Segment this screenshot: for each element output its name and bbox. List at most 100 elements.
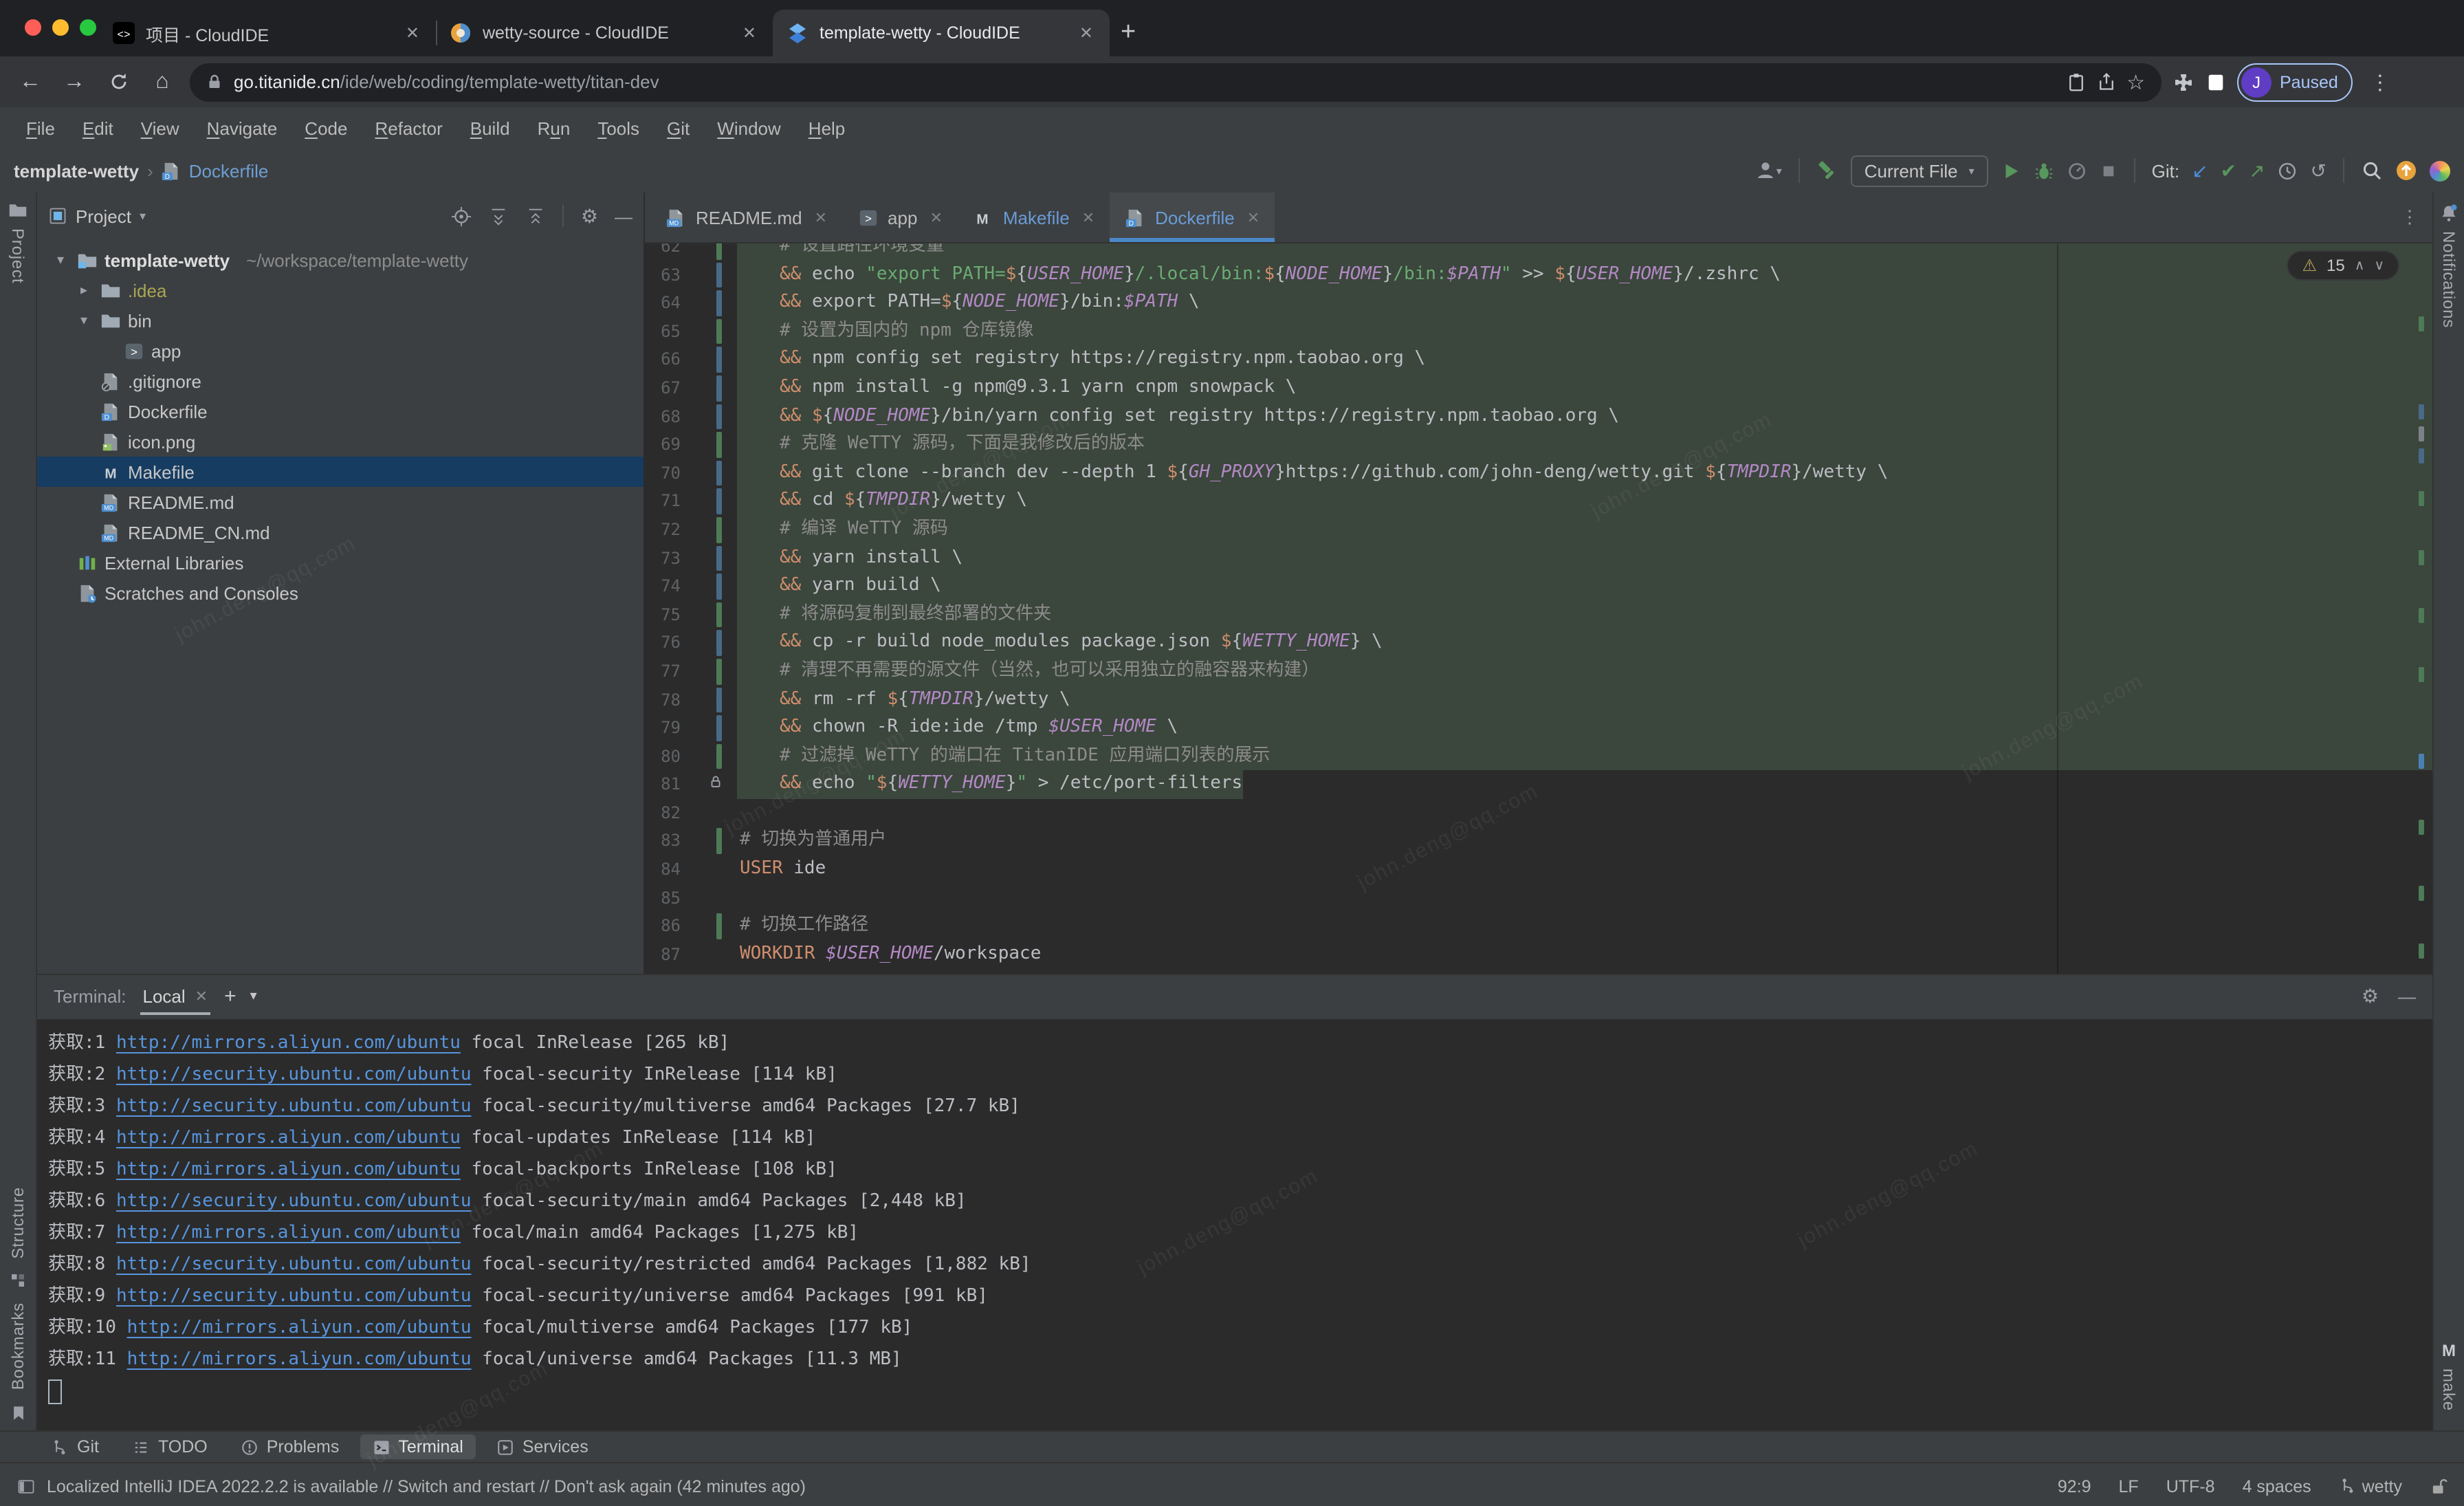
next-problem-icon[interactable]: ∨ xyxy=(2374,258,2384,273)
browser-tab[interactable]: wetty-source - CloudIDE✕ xyxy=(436,10,773,56)
tree-item--gitignore[interactable]: .gitignore xyxy=(37,366,644,396)
extensions-puzzle-icon[interactable] xyxy=(2172,71,2194,93)
editor-tab-makefile[interactable]: MMakefile✕ xyxy=(958,193,1110,242)
tree-item-dockerfile[interactable]: DDockerfile xyxy=(37,396,644,426)
terminal-link[interactable]: http://security.ubuntu.com/ubuntu xyxy=(116,1192,472,1212)
chevron-down-icon[interactable]: ▾ xyxy=(74,313,94,328)
browser-tab[interactable]: template-wetty - CloudIDE✕ xyxy=(773,10,1110,56)
terminal-settings-gear-icon[interactable]: ⚙ xyxy=(2362,985,2379,1009)
terminal-tab-local[interactable]: Local ✕ xyxy=(140,979,211,1016)
menu-build[interactable]: Build xyxy=(458,113,522,142)
hide-panel-icon[interactable]: — xyxy=(615,206,632,226)
terminal-link[interactable]: http://security.ubuntu.com/ubuntu xyxy=(116,1287,472,1307)
terminal-link[interactable]: http://mirrors.aliyun.com/ubuntu xyxy=(116,1160,461,1181)
close-editor-tab-icon[interactable]: ✕ xyxy=(1247,208,1260,226)
tool-window-services[interactable]: Services xyxy=(484,1434,601,1459)
tree-item-icon-png[interactable]: icon.png xyxy=(37,426,644,457)
prev-problem-icon[interactable]: ∧ xyxy=(2355,258,2365,273)
tool-strip-project-label[interactable]: Project xyxy=(8,228,28,283)
project-view-selector[interactable]: Project ▾ xyxy=(48,206,146,226)
run-play-icon[interactable] xyxy=(2001,160,2021,181)
menu-help[interactable]: Help xyxy=(796,113,858,142)
git-commit-icon[interactable]: ✔ xyxy=(2221,161,2236,180)
close-terminal-tab-icon[interactable]: ✕ xyxy=(195,988,208,1006)
history-clock-icon[interactable] xyxy=(2278,160,2298,181)
terminal-link[interactable]: http://mirrors.aliyun.com/ubuntu xyxy=(127,1350,472,1371)
menu-tools[interactable]: Tools xyxy=(585,113,652,142)
stop-icon[interactable] xyxy=(2100,162,2118,179)
line-ending[interactable]: LF xyxy=(2119,1476,2139,1496)
unlock-icon[interactable] xyxy=(2430,1476,2448,1496)
chevron-right-icon[interactable]: ▸ xyxy=(74,283,94,298)
browser-menu-icon[interactable]: ⋮ xyxy=(2364,69,2396,94)
menu-edit[interactable]: Edit xyxy=(70,113,126,142)
side-panel-icon[interactable] xyxy=(2206,72,2226,92)
tool-strip-make-label[interactable]: make xyxy=(2439,1368,2458,1411)
tool-window-git[interactable]: Git xyxy=(38,1434,111,1459)
editor-tab-readme-md[interactable]: MDREADME.md✕ xyxy=(650,193,842,242)
tree-item--idea[interactable]: ▸.idea xyxy=(37,275,644,305)
panel-settings-gear-icon[interactable]: ⚙ xyxy=(581,204,598,228)
tool-window-todo[interactable]: TODO xyxy=(120,1434,220,1459)
forward-icon[interactable]: → xyxy=(58,69,91,94)
tool-window-terminal[interactable]: Terminal xyxy=(360,1434,476,1459)
profiler-icon[interactable] xyxy=(2067,160,2087,181)
locate-file-icon[interactable] xyxy=(452,206,472,226)
terminal-link[interactable]: http://mirrors.aliyun.com/ubuntu xyxy=(116,1128,461,1149)
notifications-bell-icon[interactable] xyxy=(2439,204,2458,223)
tab-options-icon[interactable]: ⋮ xyxy=(2387,193,2432,242)
status-message[interactable]: Localized IntelliJ IDEA 2022.2.2 is avai… xyxy=(47,1476,806,1496)
editor-tab-app[interactable]: >app✕ xyxy=(842,193,958,242)
menu-view[interactable]: View xyxy=(129,113,192,142)
menu-run[interactable]: Run xyxy=(525,113,583,142)
terminal-link[interactable]: http://mirrors.aliyun.com/ubuntu xyxy=(116,1223,461,1244)
editor-scrollbar[interactable] xyxy=(2416,243,2427,973)
menu-refactor[interactable]: Refactor xyxy=(362,113,454,142)
tree-item-template-wetty[interactable]: ▾template-wetty~/workspace/template-wett… xyxy=(37,245,644,275)
file-encoding[interactable]: UTF-8 xyxy=(2166,1476,2215,1496)
build-hammer-icon[interactable] xyxy=(1816,160,1838,182)
terminal-dropdown-icon[interactable]: ▾ xyxy=(250,990,257,1005)
browser-tab[interactable]: <>项目 - CloudIDE✕ xyxy=(99,10,436,56)
close-editor-tab-icon[interactable]: ✕ xyxy=(930,208,942,226)
home-icon[interactable]: ⌂ xyxy=(146,69,179,94)
tree-item-app[interactable]: >app xyxy=(37,336,644,366)
window-controls[interactable] xyxy=(25,19,96,36)
ide-logo-icon[interactable] xyxy=(2430,160,2450,181)
address-bar[interactable]: go.titanide.cn/ide/web/coding/template-w… xyxy=(190,63,2162,101)
tool-strip-bookmarks-label[interactable]: Bookmarks xyxy=(8,1303,28,1390)
breadcrumb-project[interactable]: template-wetty xyxy=(14,160,139,181)
tool-strip-structure-label[interactable]: Structure xyxy=(8,1187,28,1259)
tool-strip-notifications-label[interactable]: Notifications xyxy=(2439,231,2458,328)
editor-tab-dockerfile[interactable]: DDockerfile✕ xyxy=(1110,193,1275,242)
caret-position[interactable]: 92:9 xyxy=(2058,1476,2091,1496)
bookmark-star-icon[interactable]: ☆ xyxy=(2126,69,2145,94)
tree-item-bin[interactable]: ▾bin xyxy=(37,305,644,336)
share-icon[interactable] xyxy=(2096,72,2115,92)
expand-all-icon[interactable] xyxy=(489,206,509,226)
back-icon[interactable]: ← xyxy=(14,69,47,94)
terminal-link[interactable]: http://security.ubuntu.com/ubuntu xyxy=(116,1065,472,1086)
close-window-button[interactable] xyxy=(25,19,41,36)
new-tab-button[interactable]: + xyxy=(1121,18,1136,48)
close-tab-icon[interactable]: ✕ xyxy=(403,23,422,43)
close-tab-icon[interactable]: ✕ xyxy=(740,23,759,43)
terminal-link[interactable]: http://mirrors.aliyun.com/ubuntu xyxy=(116,1034,461,1054)
git-branch-widget[interactable]: wetty xyxy=(2339,1476,2402,1496)
tool-window-problems[interactable]: Problems xyxy=(228,1434,352,1459)
tree-item-makefile[interactable]: MMakefile xyxy=(37,457,644,487)
tree-item-readme-md[interactable]: MDREADME.md xyxy=(37,487,644,517)
hide-terminal-icon[interactable]: — xyxy=(2398,987,2416,1007)
terminal-link[interactable]: http://security.ubuntu.com/ubuntu xyxy=(116,1255,472,1276)
new-terminal-icon[interactable]: + xyxy=(224,985,236,1009)
close-tab-icon[interactable]: ✕ xyxy=(1077,23,1096,43)
menu-window[interactable]: Window xyxy=(705,113,793,142)
ide-update-icon[interactable] xyxy=(2395,160,2417,182)
terminal-output[interactable]: 获取:1 http://mirrors.aliyun.com/ubuntu fo… xyxy=(37,1020,2432,1430)
tree-item-scratches-and-consoles[interactable]: Scratches and Consoles xyxy=(37,578,644,608)
user-profile-icon[interactable]: ▾ xyxy=(1754,160,1782,182)
minimize-window-button[interactable] xyxy=(52,19,69,36)
terminal-link[interactable]: http://security.ubuntu.com/ubuntu xyxy=(116,1097,472,1117)
browser-profile-button[interactable]: J Paused xyxy=(2237,63,2353,101)
git-update-icon[interactable]: ↙ xyxy=(2192,161,2208,180)
